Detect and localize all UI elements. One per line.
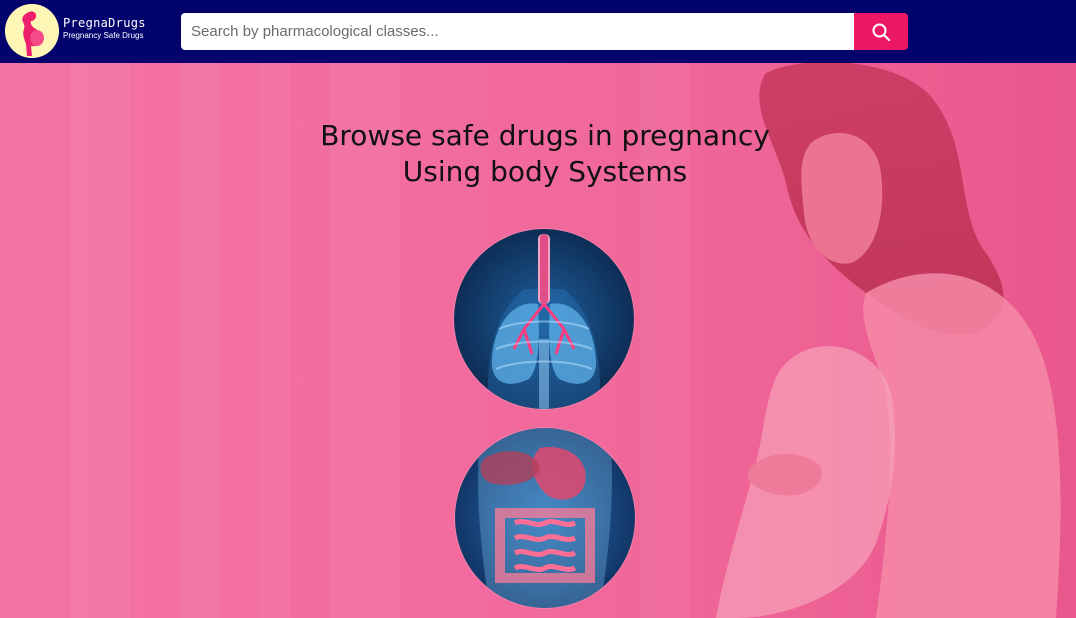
brand-name[interactable]: PregnaDrugs [63, 16, 146, 30]
hero-title-line1: Browse safe drugs in pregnancy [320, 119, 770, 152]
search-icon [872, 23, 891, 41]
lungs-icon [454, 229, 634, 409]
search-input[interactable] [181, 13, 854, 50]
pregnant-woman-silhouette-icon [5, 4, 59, 58]
navbar: PregnaDrugs Pregnancy Safe Drugs [0, 0, 1076, 63]
hero-banner: Browse safe drugs in pregnancy Using bod… [0, 63, 1076, 618]
brand-logo[interactable] [5, 4, 59, 58]
brand-tagline: Pregnancy Safe Drugs [63, 31, 144, 40]
hero-title-line2: Using body Systems [402, 155, 688, 188]
intestines-icon [455, 428, 635, 608]
search-bar [181, 13, 908, 50]
digestive-system-tile[interactable] [455, 428, 635, 608]
respiratory-system-tile[interactable] [454, 229, 634, 409]
search-button[interactable] [854, 13, 908, 50]
